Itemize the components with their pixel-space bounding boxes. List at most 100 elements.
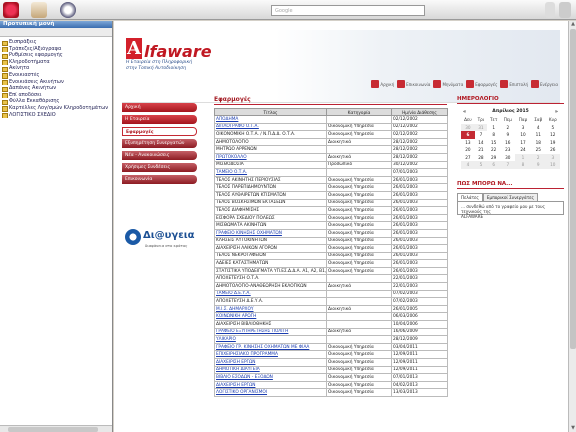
calendar-day[interactable]: 2 [500, 124, 515, 132]
horizontal-scrollbar[interactable] [0, 425, 112, 432]
calendar-day[interactable]: 10 [515, 131, 531, 139]
calendar-day[interactable]: 22 [487, 146, 500, 154]
calendar-day[interactable]: 14 [475, 139, 487, 147]
calendar-day[interactable]: 23 [500, 146, 515, 154]
app-title-cell[interactable]: ΒΙΒΛΙΟ ΕΣΟΔΩΝ - ΕΞΟΔΩΝ [214, 373, 327, 382]
column-header[interactable]: Κατηγορία [326, 108, 392, 116]
column-header[interactable]: Τίτλος [214, 108, 327, 116]
calendar-day[interactable]: 21 [475, 146, 487, 154]
calendar-day[interactable]: 5 [546, 124, 560, 132]
nav-item[interactable]: Αρχική [371, 80, 394, 88]
calendar-day[interactable]: 27 [461, 154, 475, 162]
app-link[interactable]: ΛΟΓΙΣΤΙΚΟ ΟΡΓΑΝΙΣΜΟΙ [216, 390, 267, 395]
app-link[interactable]: ΓΡΑΦΕΙΟ ΓΡ. ΚΙΝΗΣΗΣ ΟΧΗΜΑΤΩΝ ΜΕ ΦΙΑΑ [216, 345, 309, 350]
tree-item[interactable]: Ενοικιαστές [0, 72, 112, 79]
help-tab[interactable]: Εμπορικοί Συνεργάτες [482, 192, 538, 201]
app-title-cell[interactable]: Μ.Ι.Σ. ΔΗΜΑΡΧΟΥ [214, 304, 327, 314]
menu-icon[interactable] [559, 2, 571, 18]
calendar-day[interactable]: 4 [531, 124, 546, 132]
app-link[interactable]: ΔΗΜΟΤΙΚΗ ΔΙΑΥΓΕΙΑ [216, 367, 260, 372]
nav-item[interactable]: Ενέργεια [531, 80, 558, 88]
back-icon[interactable] [3, 2, 19, 18]
app-title-cell[interactable]: ΔΙΑΧΕΙΡΙΣΗ ΕΡΓΩΝ [214, 358, 327, 367]
tree-item[interactable]: Κληροδοτήματα [0, 59, 112, 66]
calendar-day[interactable]: 3 [545, 153, 560, 161]
app-title-cell[interactable]: ΤΑΜΕΙΟ Δ.Ε.Υ.Α. [214, 289, 327, 299]
calendar-day[interactable]: 18 [531, 139, 546, 147]
menu-item[interactable]: Επικοινωνία [122, 175, 197, 184]
app-title-cell[interactable]: ΛΟΓΙΣΤΙΚΟ ΟΡΓΑΝΙΣΜΟΙ [214, 388, 327, 397]
app-title-cell[interactable]: ΔΙΑΧΕΙΡΙΣΗ ΕΡΓΩΝ [214, 380, 327, 390]
calendar-day[interactable]: 3 [515, 124, 531, 132]
app-link[interactable]: Μ.Ι.Σ. ΔΗΜΑΡΧΟΥ [216, 307, 254, 312]
scroll-up-icon[interactable]: ▲ [569, 21, 576, 28]
tree-item[interactable]: Επί αποδόσει [0, 92, 112, 99]
scroll-thumb[interactable] [8, 427, 98, 432]
app-link[interactable]: ΤΑΜΕΙΟ Δ.Ε.Υ.Α. [216, 291, 251, 296]
calendar-day[interactable]: 15 [487, 139, 500, 147]
calendar-day[interactable]: 9 [530, 161, 546, 169]
app-link[interactable]: ΒΙΒΛΙΟ ΕΣΟΔΩΝ - ΕΞΟΔΩΝ [216, 375, 273, 380]
calendar-day[interactable]: 9 [500, 131, 515, 139]
app-link[interactable]: ΑΠΟΔΗΜΑ [216, 117, 238, 122]
calendar-day[interactable]: 6 [461, 131, 475, 139]
tree-item[interactable]: Τράπεζες/Αξιόγραφα [0, 46, 112, 53]
calendar-next-button[interactable]: » [555, 109, 558, 115]
calendar-day[interactable]: 11 [531, 131, 546, 139]
home-icon[interactable] [60, 2, 76, 18]
menu-item[interactable]: Εφαρμογές [122, 127, 197, 136]
tree-item[interactable]: ΛΟΓΙΣΤΙΚΟ ΣΧΕΔΙΟ [0, 112, 112, 119]
calendar-day[interactable]: 30 [461, 123, 475, 131]
dropdown-icon[interactable] [545, 2, 555, 18]
app-title-cell[interactable]: ΠΡΩΤΟΚΟΛΛΟ [214, 152, 327, 162]
app-link[interactable]: ΔΙΑΧΕΙΡΙΣΗ ΕΡΓΩΝ [216, 383, 255, 388]
calendar-day[interactable]: 20 [461, 146, 475, 154]
tree-item[interactable]: Φύλλα Εκκαθάρισης [0, 98, 112, 105]
calendar-prev-button[interactable]: « [463, 109, 466, 115]
tree-item[interactable]: Ακίνητα [0, 65, 112, 72]
calendar-day[interactable]: 5 [474, 161, 487, 169]
calendar-day[interactable]: 8 [487, 131, 500, 139]
vertical-scrollbar[interactable]: ▲ ▼ [568, 21, 576, 432]
calendar-day[interactable]: 17 [515, 139, 531, 147]
calendar-day[interactable]: 7 [475, 131, 487, 139]
calendar-day[interactable]: 25 [531, 146, 546, 154]
app-link[interactable]: ΥΛΙΚΑΡΙΟ [216, 337, 236, 342]
help-tab[interactable]: Πελάτες [457, 192, 483, 201]
calendar-day[interactable]: 19 [546, 139, 560, 147]
calendar-day[interactable]: 2 [530, 153, 546, 161]
app-title-cell[interactable]: ΓΡΑΦΕΙΟ ΓΡ. ΚΙΝΗΣΗΣ ΟΧΗΜΑΤΩΝ ΜΕ ΦΙΑΑ [214, 342, 327, 352]
calendar-day[interactable]: 8 [515, 161, 531, 169]
app-link[interactable]: ΔΙΑΧΕΙΡΙΣΗ ΕΡΓΩΝ [216, 360, 255, 365]
app-link[interactable]: ΕΠΙΧΕΙΡΗΣΙΑΚΟ ΠΡΟΓΡΑΜΜΑ [216, 352, 278, 357]
app-title-cell[interactable]: ΤΑΜΕΙΟ Ο.Τ.Α. [214, 168, 327, 177]
calendar-day[interactable]: 30 [500, 154, 515, 162]
menu-item[interactable]: Εξυπηρέτηση Συνεργατών [122, 139, 197, 148]
calendar-day[interactable]: 24 [515, 146, 531, 154]
app-link[interactable]: ΤΑΜΕΙΟ Ο.Τ.Α. [216, 170, 247, 175]
menu-item[interactable]: Αρχική [122, 103, 197, 112]
app-title-cell[interactable]: ΓΡΑΦΕΙΟ ΕΞΥΠΗΡΕΤΗΣΗΣ ΠΟΛΙΤΗ [214, 327, 327, 337]
tree-item[interactable]: Ενοικιάσεις Ακινήτων [0, 79, 112, 86]
calendar-day[interactable]: 16 [500, 139, 515, 147]
menu-item[interactable]: Χρήσιμες Συνδέσεις [122, 163, 197, 172]
calendar-day[interactable]: 6 [486, 161, 501, 169]
tree-item[interactable]: Ρυθμίσεις εφαρμογής [0, 52, 112, 59]
app-title-cell[interactable]: ΕΠΙΧΕΙΡΗΣΙΑΚΟ ΠΡΟΓΡΑΜΜΑ [214, 350, 327, 359]
app-title-cell[interactable]: ΑΠΟΔΗΜΑ [214, 115, 327, 124]
menu-item[interactable]: Νέα - Ανακοινώσεις [122, 151, 197, 160]
nav-item[interactable]: Επικοινωνία [397, 80, 430, 88]
calendar-day[interactable]: 31 [474, 123, 487, 131]
diavgeia-banner[interactable]: Δι@υγεια διαφάνεια στο κράτος [123, 225, 196, 253]
app-title-cell[interactable]: ΚΟΙΝΩΝΙΚΗ ΑΡΩΓΗ [214, 312, 327, 322]
app-link[interactable]: ΚΟΙΝΩΝΙΚΗ ΑΡΩΓΗ [216, 314, 256, 319]
app-title-cell[interactable]: ΓΡΑΦΕΙΟ ΚΙΝΗΣΗΣ ΟΧΗΜΑΤΩΝ [214, 228, 327, 238]
calendar-day[interactable]: 1 [487, 124, 500, 132]
calendar-day[interactable]: 10 [545, 161, 560, 169]
menu-item[interactable]: Η Εταιρεία [122, 115, 197, 124]
app-link[interactable]: ΠΡΩΤΟΚΟΛΛΟ [216, 155, 247, 160]
calendar-day[interactable]: 13 [461, 139, 475, 147]
app-title-cell[interactable]: ΥΛΙΚΑΡΙΟ [214, 335, 327, 344]
app-title-cell[interactable]: ΔΙΠΛΟΓΡΑΦΟ Ο.Τ.Α. [214, 122, 327, 132]
column-header[interactable]: Ημ/νία Διάθεσης [391, 108, 448, 116]
